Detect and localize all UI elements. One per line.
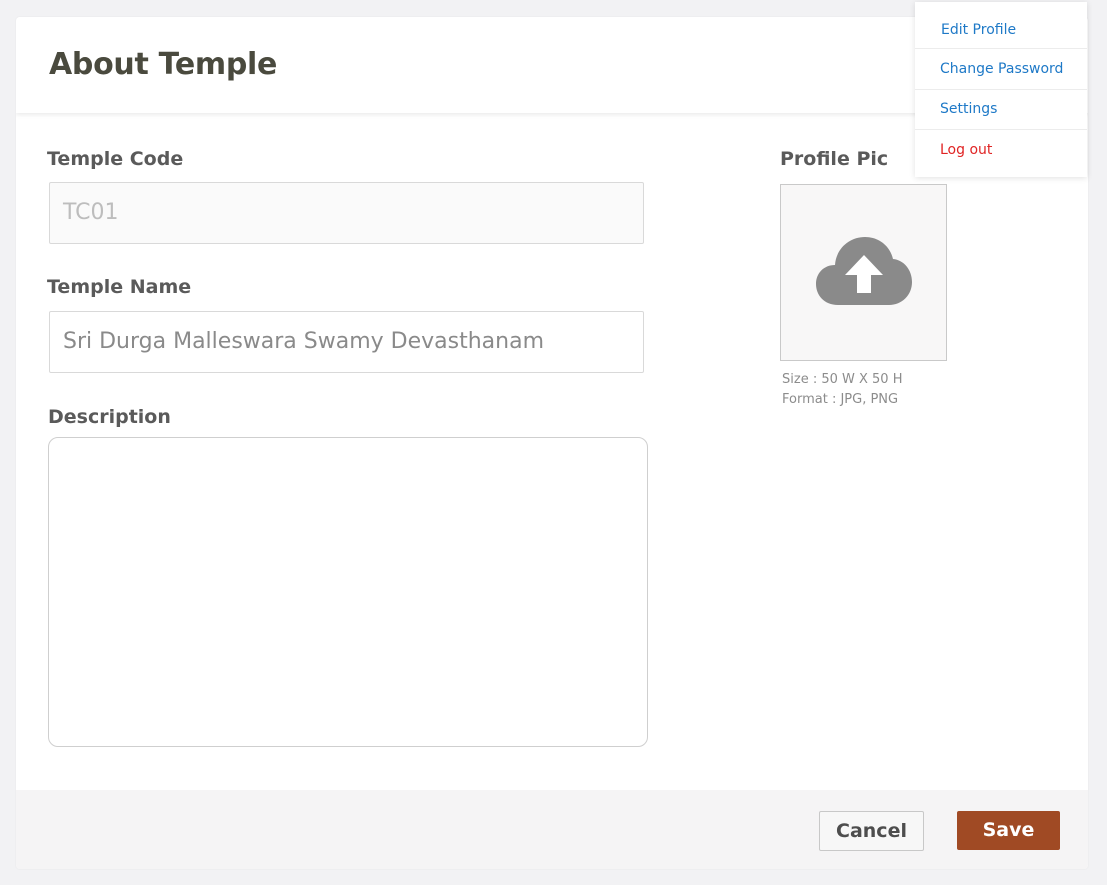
menu-item-edit-profile[interactable]: Edit Profile — [915, 11, 1087, 49]
temple-name-label: Temple Name — [47, 276, 192, 298]
description-textarea[interactable] — [48, 437, 648, 747]
menu-item-settings[interactable]: Settings — [915, 90, 1087, 130]
temple-name-input[interactable]: Sri Durga Malleswara Swamy Devasthanam — [49, 311, 644, 373]
size-hint: Size : 50 W X 50 H — [782, 372, 903, 387]
description-label: Description — [48, 406, 171, 428]
menu-item-change-password[interactable]: Change Password — [915, 49, 1087, 90]
form-footer: Cancel Save — [16, 790, 1088, 869]
temple-code-field: TC01 — [49, 182, 644, 244]
profile-pic-label: Profile Pic — [780, 148, 889, 170]
format-hint: Format : JPG, PNG — [782, 392, 899, 407]
profile-pic-upload[interactable] — [780, 184, 947, 361]
user-dropdown-menu: Edit Profile Change Password Settings Lo… — [915, 2, 1087, 177]
menu-item-log-out[interactable]: Log out — [915, 130, 1087, 172]
save-button[interactable]: Save — [957, 811, 1060, 850]
temple-code-label: Temple Code — [47, 148, 184, 170]
page-title: About Temple — [49, 47, 278, 82]
cancel-button[interactable]: Cancel — [819, 811, 924, 851]
cloud-upload-icon — [816, 237, 912, 305]
